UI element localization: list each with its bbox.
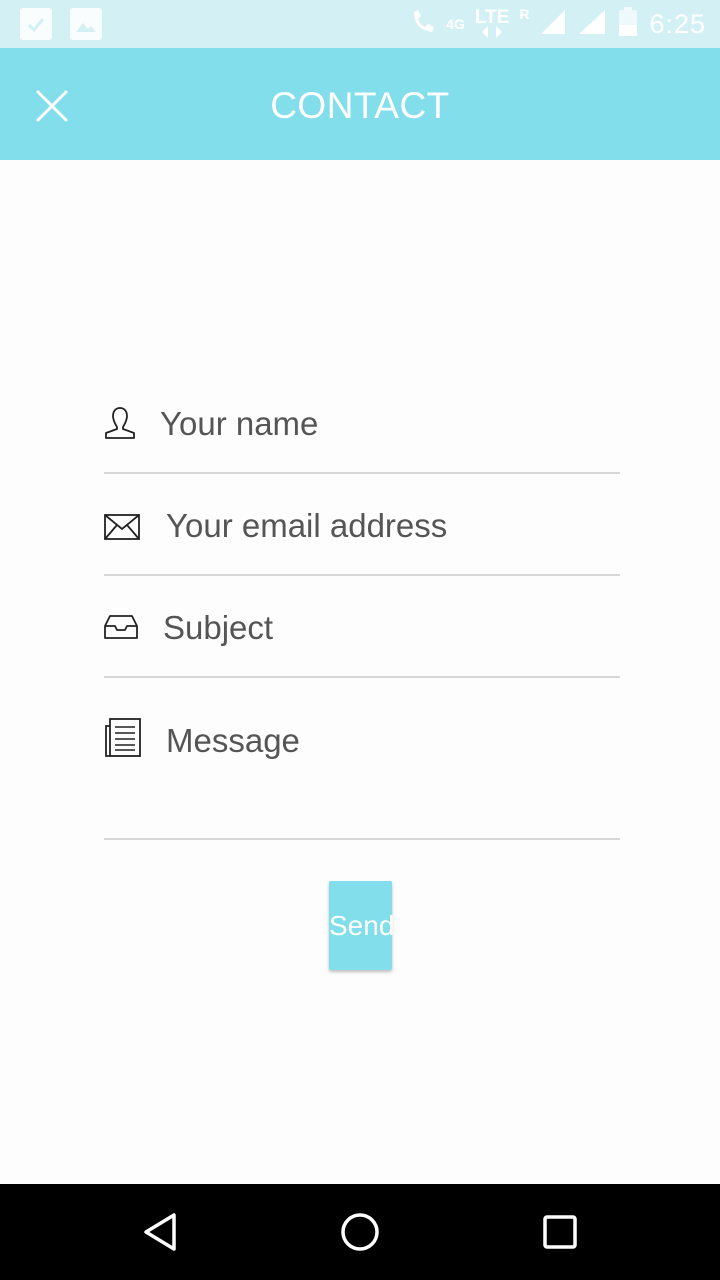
message-input[interactable] xyxy=(166,722,616,822)
person-icon xyxy=(104,406,136,445)
inbox-icon xyxy=(104,614,138,645)
roaming-label: R xyxy=(519,6,530,22)
network-lte-label: LTE xyxy=(474,7,510,28)
document-icon xyxy=(104,718,142,763)
subject-field xyxy=(104,576,620,678)
envelope-icon xyxy=(104,514,140,545)
data-arrows-icon xyxy=(482,26,503,38)
message-field xyxy=(104,678,620,840)
name-input[interactable] xyxy=(160,404,610,444)
signal-icon xyxy=(577,8,607,41)
recents-button[interactable] xyxy=(538,1210,582,1254)
page-title: CONTACT xyxy=(270,85,450,126)
recents-square-icon xyxy=(543,1215,577,1249)
image-notification-icon xyxy=(70,8,102,40)
status-icons: 4G LTE R 6:25 xyxy=(410,6,706,42)
subject-input[interactable] xyxy=(163,608,613,648)
app-bar: CONTACT xyxy=(0,48,720,160)
home-button[interactable] xyxy=(338,1210,382,1254)
status-time: 6:25 xyxy=(649,8,706,39)
back-triangle-icon xyxy=(144,1213,176,1251)
network-4g-label: 4G xyxy=(446,16,465,32)
back-button[interactable] xyxy=(138,1210,182,1254)
send-button[interactable]: Send xyxy=(329,881,394,970)
navigation-bar xyxy=(0,1184,720,1280)
signal-icon xyxy=(539,8,567,41)
battery-icon xyxy=(617,6,639,42)
contact-form xyxy=(104,372,620,840)
email-field xyxy=(104,474,620,576)
email-input[interactable] xyxy=(166,506,616,546)
notification-icons xyxy=(20,8,102,40)
checkbox-notification-icon xyxy=(20,8,52,40)
name-field xyxy=(104,372,620,474)
status-bar: 4G LTE R 6:25 xyxy=(0,0,720,48)
lte-indicator: LTE xyxy=(474,7,510,38)
home-circle-icon xyxy=(341,1213,379,1251)
wifi-call-icon xyxy=(410,8,436,41)
